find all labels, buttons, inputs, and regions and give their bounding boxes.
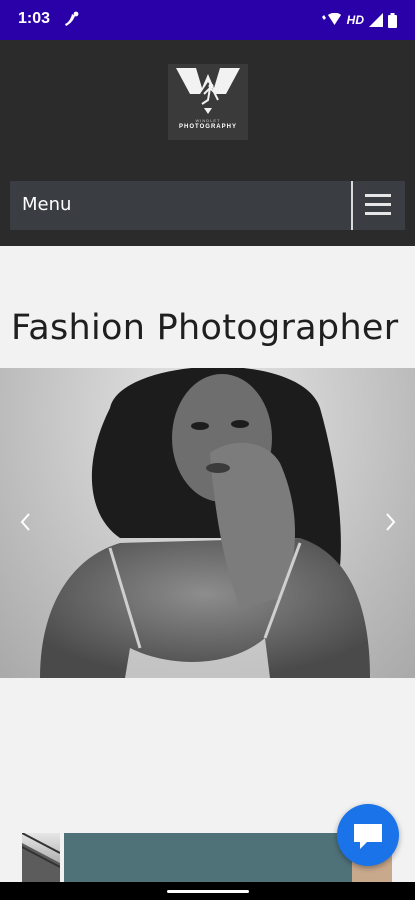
wifi-calling-icon — [321, 13, 341, 25]
site-logo[interactable]: WINDLET PHOTOGRAPHY — [168, 64, 248, 140]
chat-bubble-icon — [354, 824, 382, 849]
hamburger-menu-icon[interactable] — [365, 194, 391, 216]
thumbnail-image — [22, 833, 60, 883]
logo-mark-icon — [176, 68, 240, 114]
battery-icon — [388, 12, 397, 28]
chevron-right-icon[interactable] — [380, 510, 400, 534]
gallery-image[interactable] — [64, 833, 352, 883]
network-label: HD — [346, 13, 364, 27]
status-bar: 1:03 HD — [0, 0, 415, 40]
logo-top-text: WINDLET — [195, 118, 221, 123]
home-gesture-handle[interactable] — [167, 890, 249, 893]
gallery-thumbnail[interactable] — [22, 833, 60, 883]
menu-bar[interactable]: Menu — [10, 181, 405, 230]
slide-photo-image — [40, 368, 370, 678]
menu-label[interactable]: Menu — [22, 194, 71, 215]
signal-icon — [369, 13, 383, 27]
site-header: WINDLET PHOTOGRAPHY Menu — [0, 40, 415, 246]
notification-icon — [65, 11, 79, 26]
chat-button[interactable] — [337, 804, 399, 866]
image-slider[interactable] — [0, 368, 415, 678]
status-time: 1:03 — [18, 10, 51, 27]
logo-brand-text: PHOTOGRAPHY — [179, 124, 237, 130]
page-title: Fashion Photographer — [11, 308, 399, 348]
status-icons: HD — [320, 10, 397, 30]
system-navigation-bar — [0, 882, 415, 900]
menu-divider — [351, 181, 353, 230]
chevron-left-icon[interactable] — [16, 510, 36, 534]
